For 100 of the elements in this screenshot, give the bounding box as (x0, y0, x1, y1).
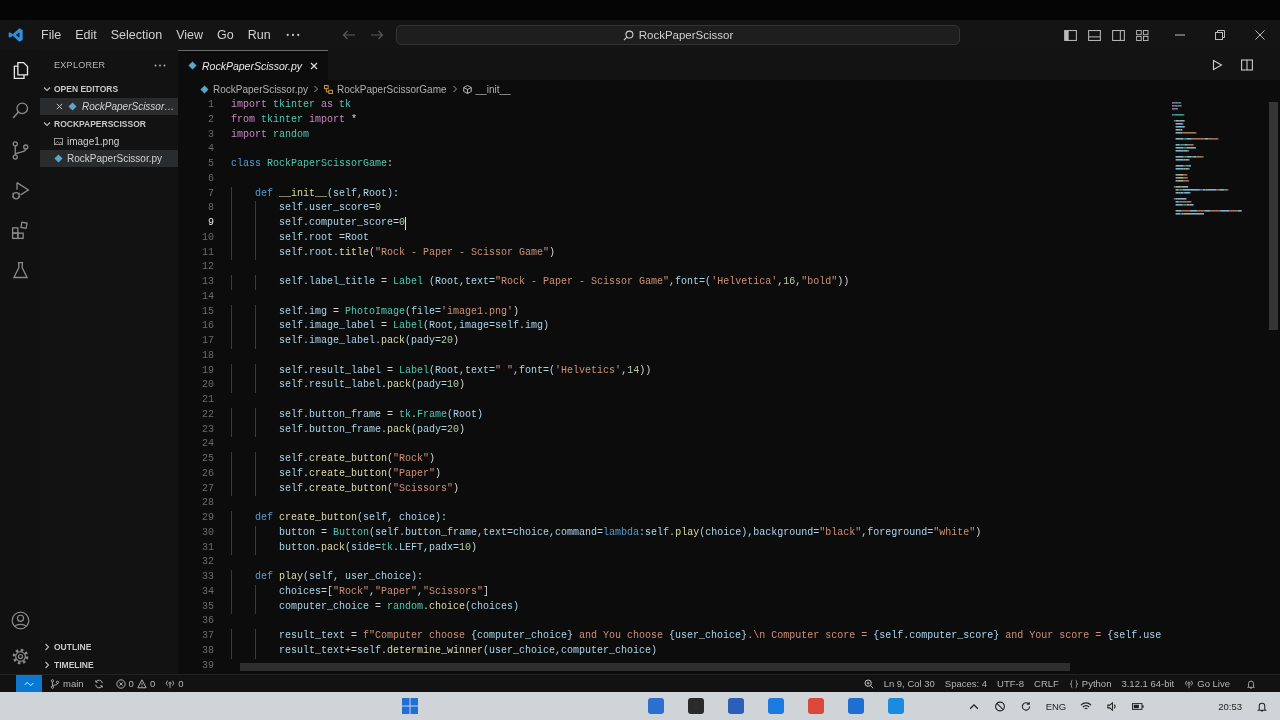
close-icon[interactable] (310, 61, 318, 70)
close-icon[interactable] (1255, 30, 1265, 40)
line-number: 34 (201, 584, 214, 599)
line-number: 29 (201, 511, 214, 525)
text-cursor (405, 216, 407, 230)
code-line: def play(self, user_choice): (255, 570, 424, 584)
line-number: 16 (201, 319, 214, 334)
code-line: from tkinter import * (231, 112, 358, 127)
app-tile-icon[interactable] (848, 698, 864, 714)
code-line: self.image_label = Label(Root,image=self.img) (279, 319, 550, 334)
sidebar-right-layout-icon[interactable] (1112, 29, 1125, 41)
section-header[interactable]: OPEN EDITORS (40, 80, 178, 98)
tree-item[interactable]: image1.png (40, 133, 178, 150)
scrollbar[interactable] (240, 663, 1070, 671)
file-icon (68, 102, 77, 111)
play-icon[interactable] (1211, 59, 1223, 71)
section-header[interactable]: OUTLINE (40, 638, 178, 656)
ports-button[interactable]: 0 (165, 678, 184, 689)
refresh-icon[interactable] (1019, 700, 1032, 712)
breadcrumb-item[interactable]: RockPaperScissorGame (324, 83, 447, 95)
bell-icon[interactable] (1256, 700, 1268, 712)
code-line: import tkinter as tk (231, 98, 352, 112)
line-number: 13 (201, 275, 214, 289)
breadcrumb-item[interactable]: RockPaperScissor.py (200, 83, 309, 95)
line-number: 38 (201, 643, 214, 658)
command-center[interactable]: RockPaperScissor (396, 25, 960, 45)
speaker-icon[interactable] (1106, 700, 1119, 712)
play-bug-icon[interactable] (9, 179, 31, 201)
go-live-button[interactable]: Go Live (1184, 678, 1230, 689)
more-icon[interactable] (285, 33, 300, 37)
file-icon (54, 154, 63, 163)
search-icon (622, 29, 634, 41)
sidebar-title: EXPLORER (54, 60, 106, 70)
line-number: 8 (207, 201, 214, 216)
app-tile-icon[interactable] (648, 698, 664, 714)
menu-item[interactable]: File (34, 24, 69, 46)
battery-icon[interactable] (1132, 700, 1145, 712)
line-number: 28 (201, 496, 214, 511)
layout-grid-icon[interactable] (1136, 29, 1149, 41)
status-item[interactable]: UTF-8 (997, 678, 1025, 689)
cube-icon (462, 84, 472, 94)
breadcrumb-item[interactable]: __init__ (462, 83, 511, 95)
app-tile-icon[interactable] (728, 698, 744, 714)
account-icon[interactable] (9, 609, 31, 631)
antenna-icon (165, 678, 176, 689)
warning-icon (136, 678, 147, 689)
code-line: result_text+=self.determine_winner(user_choice,computer_choice) (279, 643, 658, 658)
tree-item[interactable]: RockPaperScissor.py (40, 150, 178, 167)
language-button[interactable]: Python (1068, 678, 1112, 689)
blocks-icon[interactable] (9, 219, 31, 241)
blocked-icon[interactable] (993, 700, 1006, 712)
status-item[interactable]: Spaces: 4 (944, 678, 988, 689)
more-icon[interactable] (154, 63, 166, 67)
code-line: self.button_frame = tk.Frame(Root) (279, 407, 484, 422)
line-number: 32 (201, 555, 214, 570)
image-icon (54, 137, 63, 146)
problems-button[interactable]: 0 0 (115, 678, 156, 689)
menu-item[interactable]: Run (240, 24, 278, 46)
menu-item[interactable]: Go (210, 24, 241, 46)
indent-guide (255, 275, 256, 290)
tree-item[interactable]: RockPaperScissor… (40, 98, 178, 115)
menu-item[interactable]: View (169, 24, 210, 46)
branch-button[interactable]: main (50, 678, 84, 689)
code-line: import random (231, 127, 310, 142)
app-tile-icon[interactable] (688, 698, 704, 714)
section-header[interactable]: TIMELINE (40, 656, 178, 674)
code-line: self.root.title("Rock - Paper - Scissor Game") (279, 245, 556, 260)
menu-item[interactable]: Selection (103, 24, 170, 46)
broadcast-icon (1184, 678, 1195, 689)
status-item[interactable]: CRLF (1034, 678, 1059, 689)
bell-icon[interactable] (1246, 678, 1256, 689)
language-indicator[interactable]: ENG (1045, 700, 1067, 712)
line-number: 17 (201, 334, 214, 348)
line-number: 4 (207, 142, 214, 157)
code-line: self.create_button("Paper") (279, 466, 442, 481)
line-number: 39 (201, 658, 214, 673)
sync-icon[interactable] (93, 678, 104, 689)
editor-tab[interactable]: RockPaperScissor.py (178, 50, 328, 80)
app-tile-icon[interactable] (888, 698, 904, 714)
close-icon[interactable] (56, 103, 63, 110)
app-tile-icon[interactable] (808, 698, 824, 714)
panel-layout-icon[interactable] (1088, 29, 1101, 41)
sidebar-layout-icon[interactable] (1064, 29, 1077, 41)
code-line: self.computer_score=0 (279, 216, 406, 230)
clock[interactable]: 20:53 (1218, 700, 1242, 712)
code-line: computer_choice = random.choice(choices) (279, 599, 520, 614)
section-header[interactable]: ROCKPAPERSCISSOR (40, 115, 178, 133)
menu-item[interactable]: Edit (68, 24, 104, 46)
wifi-icon[interactable] (1080, 700, 1093, 712)
restore-icon[interactable] (1215, 30, 1225, 40)
app-tile-icon[interactable] (768, 698, 784, 714)
status-item[interactable]: Ln 9, Col 30 (883, 678, 935, 689)
split-editor-icon[interactable] (1241, 59, 1253, 71)
line-number: 37 (201, 629, 214, 643)
scrollbar[interactable] (1269, 102, 1278, 330)
line-number: 11 (201, 245, 214, 260)
status-item[interactable]: 3.12.1 64-bit (1121, 678, 1175, 689)
zoom-icon[interactable] (863, 678, 874, 689)
line-number: 6 (207, 171, 214, 186)
chevron-icon (451, 85, 458, 93)
